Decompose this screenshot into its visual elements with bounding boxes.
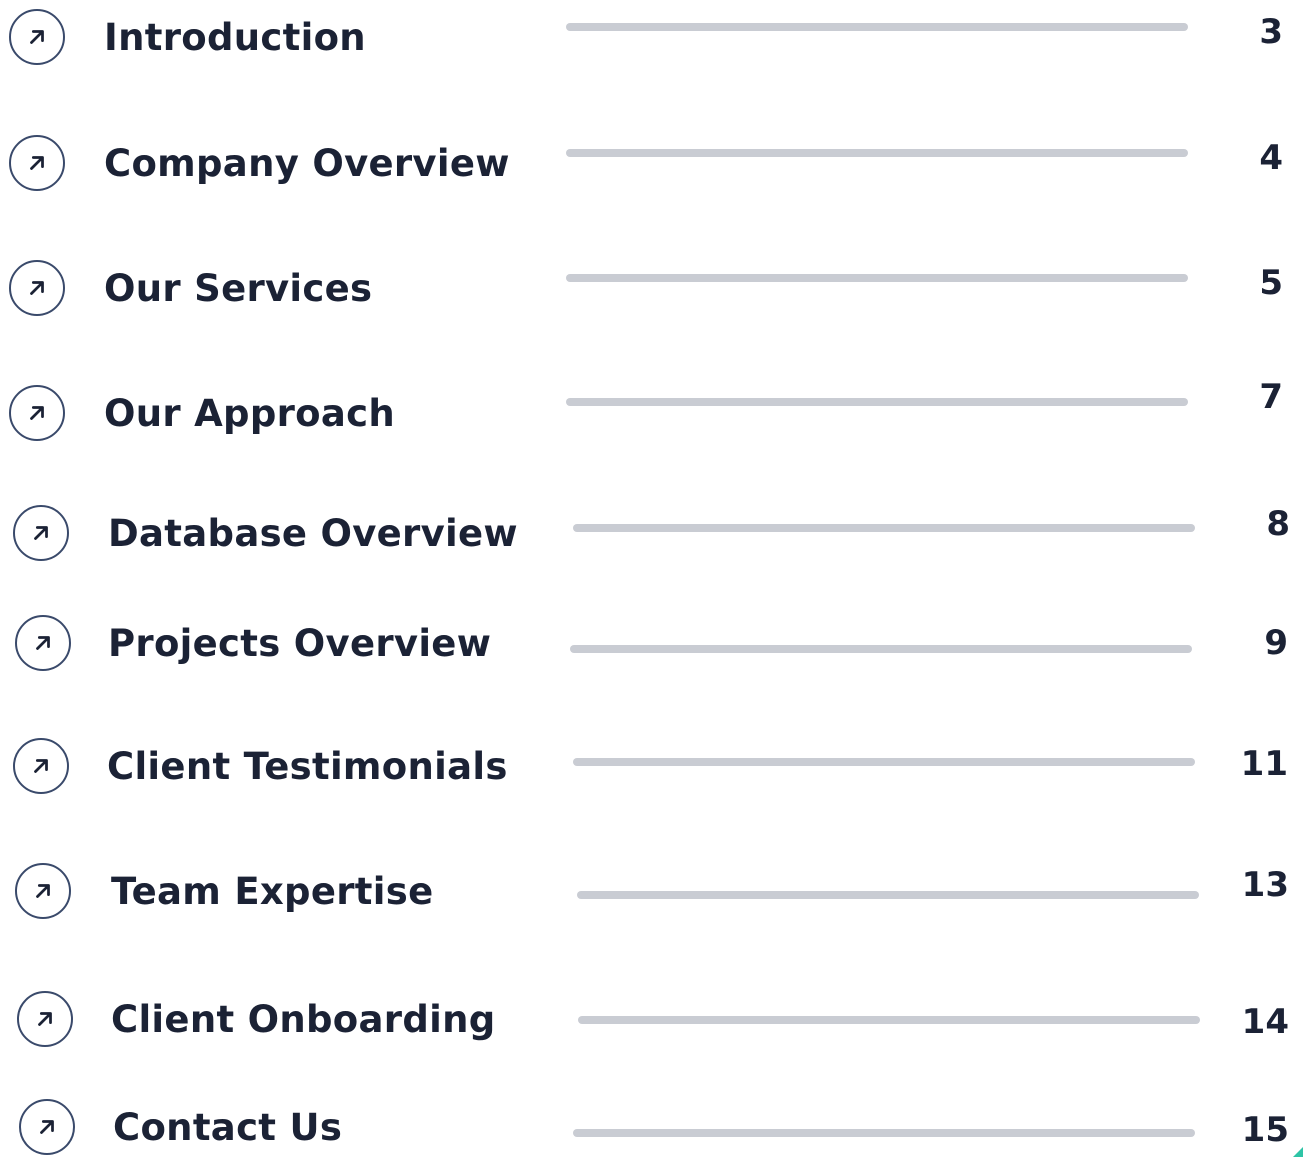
toc-entry-our-services[interactable]: Our Services 5 (0, 255, 1303, 325)
toc-entry-page-number: 3 (1259, 12, 1283, 52)
toc-entry-contact-us[interactable]: Contact Us 15 (0, 1094, 1303, 1157)
accent-corner (1293, 1147, 1303, 1157)
toc-entry-page-number: 15 (1241, 1110, 1289, 1150)
leader-line (578, 1016, 1200, 1024)
toc-entry-client-onboarding[interactable]: Client Onboarding 14 (0, 986, 1303, 1056)
toc-entry-label: Company Overview (104, 142, 510, 185)
leader-line (570, 645, 1192, 653)
toc-entry-page-number: 7 (1259, 377, 1283, 417)
leader-line (573, 758, 1195, 766)
toc-entry-page-number: 4 (1259, 138, 1283, 178)
toc-entry-projects-overview[interactable]: Projects Overview 9 (0, 610, 1303, 680)
arrow-up-right-icon[interactable] (15, 615, 71, 671)
toc-entry-label: Team Expertise (111, 870, 434, 913)
leader-line (566, 274, 1188, 282)
toc-entry-label: Our Services (104, 267, 373, 310)
arrow-up-right-icon[interactable] (9, 9, 65, 65)
toc-entry-label: Database Overview (108, 512, 518, 555)
toc-entry-company-overview[interactable]: Company Overview 4 (0, 130, 1303, 200)
toc-entry-client-testimonials[interactable]: Client Testimonials 11 (0, 733, 1303, 803)
table-of-contents: Introduction 3 Company Overview 4 Our Se… (0, 0, 1303, 1157)
arrow-up-right-icon[interactable] (17, 991, 73, 1047)
toc-entry-introduction[interactable]: Introduction 3 (0, 4, 1303, 74)
leader-line (573, 1129, 1195, 1137)
toc-entry-page-number: 14 (1241, 1002, 1289, 1042)
toc-entry-team-expertise[interactable]: Team Expertise 13 (0, 858, 1303, 928)
leader-line (566, 149, 1188, 157)
leader-line (566, 398, 1188, 406)
toc-entry-page-number: 11 (1240, 744, 1288, 784)
toc-entry-page-number: 5 (1259, 263, 1283, 303)
toc-entry-page-number: 9 (1264, 623, 1288, 663)
leader-line (566, 23, 1188, 31)
arrow-up-right-icon[interactable] (13, 738, 69, 794)
toc-entry-label: Contact Us (113, 1106, 343, 1149)
toc-entry-label: Projects Overview (108, 622, 492, 665)
toc-entry-label: Client Testimonials (107, 745, 508, 788)
leader-line (577, 891, 1199, 899)
leader-line (573, 524, 1195, 532)
arrow-up-right-icon[interactable] (9, 260, 65, 316)
arrow-up-right-icon[interactable] (15, 863, 71, 919)
toc-entry-label: Introduction (104, 16, 366, 59)
arrow-up-right-icon[interactable] (9, 385, 65, 441)
toc-entry-our-approach[interactable]: Our Approach 7 (0, 377, 1303, 450)
toc-entry-label: Client Onboarding (111, 998, 496, 1041)
arrow-up-right-icon[interactable] (19, 1099, 75, 1155)
arrow-up-right-icon[interactable] (13, 505, 69, 561)
toc-entry-page-number: 8 (1266, 504, 1290, 544)
toc-entry-page-number: 13 (1241, 865, 1289, 905)
toc-entry-database-overview[interactable]: Database Overview 8 (0, 500, 1303, 570)
arrow-up-right-icon[interactable] (9, 135, 65, 191)
toc-entry-label: Our Approach (104, 392, 396, 435)
